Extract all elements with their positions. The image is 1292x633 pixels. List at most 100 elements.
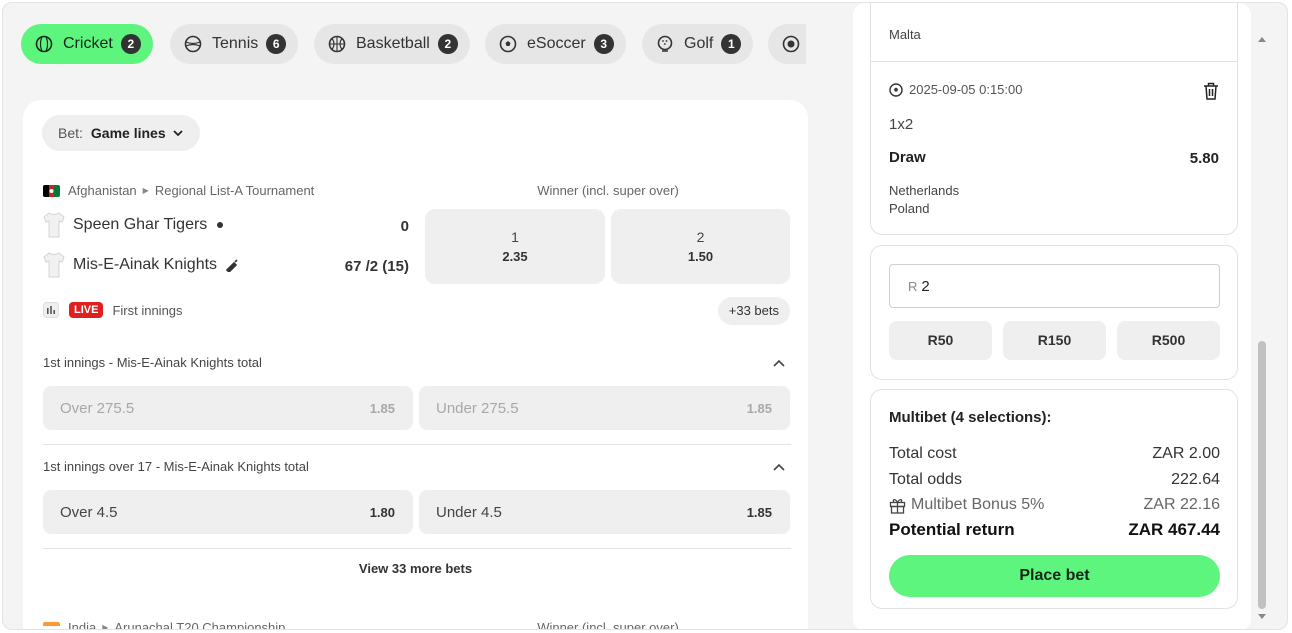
basketball-icon — [328, 35, 346, 53]
quick-stake-button[interactable]: R500 — [1117, 321, 1220, 360]
trash-icon[interactable] — [1203, 82, 1219, 100]
betslip-selection: 2025-09-05 0:15:00 1x2 Draw 5.80 Netherl… — [870, 62, 1238, 235]
breadcrumb-separator-icon: ▶ — [102, 623, 109, 630]
chevron-up-icon[interactable] — [772, 356, 786, 370]
quick-stake-button[interactable]: R150 — [1003, 321, 1106, 360]
cricket-ball-icon — [35, 35, 53, 53]
match-status: First innings — [112, 302, 183, 318]
chevron-up-icon[interactable] — [772, 460, 786, 474]
betslip-pane: Malta 2025-09-05 0:15:00 1x2 Draw 5.80 N… — [853, 3, 1253, 629]
selection-team1: Netherlands — [889, 183, 960, 198]
quick-stake-button[interactable]: R50 — [889, 321, 992, 360]
market-header: Winner (incl. super over) — [537, 183, 679, 198]
stake-box: R 2 R50 R150 R500 — [870, 245, 1238, 380]
tab-golf[interactable]: Golf 1 — [642, 24, 754, 64]
events-pane: Cricket 2 Tennis 6 Basketball 2 eSoccer … — [3, 3, 818, 630]
scroll-down-arrow-icon[interactable] — [1257, 613, 1267, 621]
odds-value: 2.35 — [502, 249, 528, 264]
over-odds: 1.80 — [369, 504, 395, 520]
bonus-row: Multibet Bonus 5% ZAR 22.16 — [889, 496, 1220, 514]
tab-tennis[interactable]: Tennis 6 — [170, 24, 299, 64]
divider — [43, 444, 791, 445]
stake-value: 2 — [921, 277, 930, 295]
view-more-bets-link[interactable]: View 33 more bets — [23, 561, 808, 576]
live-status-row: LIVE First innings — [43, 302, 183, 318]
over-button[interactable]: Over 275.5 1.85 — [43, 386, 413, 430]
bonus-value: ZAR 22.16 — [1143, 496, 1220, 513]
gift-icon — [889, 498, 906, 514]
odds-button-away[interactable]: 2 1.50 — [611, 209, 790, 284]
divider — [43, 548, 791, 549]
breadcrumb: Afghanistan ▶ Regional List-A Tournament — [43, 183, 314, 198]
breadcrumb-country[interactable]: India — [68, 620, 96, 629]
breadcrumb-tournament[interactable]: Regional List-A Tournament — [155, 183, 314, 198]
stats-icon[interactable] — [43, 302, 59, 318]
app-frame: Cricket 2 Tennis 6 Basketball 2 eSoccer … — [2, 2, 1288, 630]
selection-odds: 5.80 — [1189, 150, 1219, 167]
total-odds-value: 222.64 — [1171, 471, 1220, 488]
multibet-summary: Multibet (4 selections): Total cost ZAR … — [870, 389, 1238, 609]
sports-tabs: Cricket 2 Tennis 6 Basketball 2 eSoccer … — [21, 24, 806, 68]
bat-icon — [225, 259, 238, 272]
more-bets-button[interactable]: +33 bets — [717, 297, 790, 325]
flag-afghanistan-icon — [43, 184, 60, 197]
multibet-title: Multibet (4 selections): — [889, 409, 1052, 426]
total-cost-row: Total cost ZAR 2.00 — [889, 445, 1220, 463]
selection-team2: Poland — [889, 201, 930, 216]
tab-count-badge: 3 — [593, 34, 614, 54]
jersey-icon — [43, 212, 65, 238]
tab-label: Tennis — [212, 35, 259, 52]
over-button[interactable]: Over 4.5 1.80 — [43, 490, 413, 534]
stake-input[interactable]: R 2 — [889, 264, 1220, 308]
tab-count-badge: 6 — [266, 34, 287, 54]
potential-return-row: Potential return ZAR 467.44 — [889, 520, 1220, 540]
market-title: 1st innings over 17 - Mis-E-Ainak Knight… — [43, 459, 309, 474]
tab-basketball[interactable]: Basketball 2 — [314, 24, 470, 64]
sport-icon — [782, 35, 800, 53]
jersey-icon — [43, 252, 65, 278]
selection-datetime: 2025-09-05 0:15:00 — [909, 82, 1023, 97]
tab-label: eSoccer — [527, 35, 586, 52]
selection-market: 1x2 — [889, 116, 914, 133]
stake-currency: R — [908, 278, 918, 294]
team-row: Speen Ghar Tigers — [43, 212, 224, 238]
market-title: 1st innings - Mis-E-Ainak Knights total — [43, 355, 262, 370]
place-bet-button[interactable]: Place bet — [889, 555, 1220, 597]
tab-more-sport[interactable] — [768, 24, 806, 64]
team-row: Mis-E-Ainak Knights — [43, 252, 239, 278]
tab-count-badge: 1 — [721, 34, 742, 54]
total-odds-label: Total odds — [889, 471, 962, 488]
breadcrumb-tournament[interactable]: Arunachal T20 Championship — [114, 620, 285, 629]
betslip-scrollbar[interactable] — [1257, 33, 1267, 623]
live-badge: LIVE — [69, 302, 104, 318]
breadcrumb-separator-icon: ▶ — [142, 186, 149, 195]
under-button[interactable]: Under 275.5 1.85 — [419, 386, 790, 430]
total-cost-value: ZAR 2.00 — [1152, 445, 1220, 462]
tab-cricket[interactable]: Cricket 2 — [21, 24, 153, 64]
over-label: Over 275.5 — [60, 399, 135, 417]
selection-datetime-row: 2025-09-05 0:15:00 — [889, 82, 1022, 97]
market-header: Winner (incl. super over) — [537, 620, 679, 630]
breadcrumb-country[interactable]: Afghanistan — [68, 183, 137, 198]
event-card: Bet: Game lines Afghanistan ▶ Regional L… — [23, 100, 808, 620]
tab-label: Cricket — [63, 35, 113, 52]
tennis-ball-icon — [184, 35, 202, 53]
odds-button-home[interactable]: 1 2.35 — [425, 209, 605, 284]
under-button[interactable]: Under 4.5 1.85 — [419, 490, 790, 534]
bet-type-dropdown[interactable]: Bet: Game lines — [42, 115, 200, 151]
over-odds: 1.85 — [369, 400, 395, 416]
tab-label: Basketball — [356, 35, 430, 52]
breadcrumb: India ▶ Arunachal T20 Championship — [43, 620, 285, 630]
soccer-ball-icon — [499, 35, 517, 53]
over-label: Over 4.5 — [60, 503, 118, 521]
team1-score: 0 — [400, 218, 409, 235]
scrollbar-thumb[interactable] — [1258, 341, 1266, 609]
next-event-card: India ▶ Arunachal T20 Championship Winne… — [23, 600, 808, 630]
chevron-down-icon — [172, 130, 183, 137]
team2-name: Mis-E-Ainak Knights — [73, 256, 218, 273]
tab-esoccer[interactable]: eSoccer 3 — [485, 24, 626, 64]
scroll-up-arrow-icon[interactable] — [1257, 35, 1267, 43]
tab-count-badge: 2 — [120, 34, 141, 54]
selection-team: Malta — [889, 27, 921, 42]
under-odds: 1.85 — [746, 504, 772, 520]
